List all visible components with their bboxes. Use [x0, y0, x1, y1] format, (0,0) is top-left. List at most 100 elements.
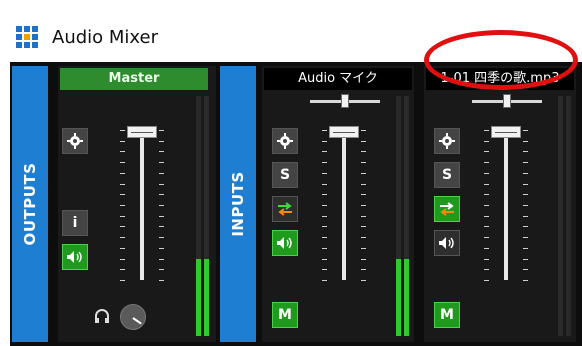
headphones-icon	[95, 309, 109, 323]
master-strip: Master i	[58, 66, 216, 342]
master-meter-right	[204, 96, 209, 336]
gear-icon	[277, 133, 293, 149]
fader-tick	[361, 130, 366, 131]
fader-tick	[159, 184, 164, 185]
fader-tick	[484, 259, 489, 260]
fader-tick	[484, 151, 489, 152]
fader-tick	[484, 248, 489, 249]
mp3-mute-button[interactable]: M	[434, 302, 460, 328]
fader-tick	[159, 226, 164, 227]
fader-tick	[361, 194, 366, 195]
fader-tick	[523, 130, 528, 131]
fader-tick	[361, 151, 366, 152]
speaker-icon	[277, 237, 292, 249]
fader-tick	[361, 162, 366, 163]
audio-mic-route-button[interactable]	[272, 196, 298, 222]
master-volume-button[interactable]	[62, 244, 88, 270]
audio-mic-fader-track	[342, 130, 346, 280]
outputs-section-label: OUTPUTS	[12, 66, 48, 342]
fader-tick	[120, 130, 125, 131]
master-fader-track	[140, 130, 144, 280]
input-strip-mp3: 1-01 四季の歌.mp3 S M	[424, 66, 576, 342]
fader-tick	[322, 237, 327, 238]
fader-tick	[322, 162, 327, 163]
audio-mic-fader-knob[interactable]	[329, 126, 359, 138]
mp3-settings-button[interactable]	[434, 128, 460, 154]
fader-tick	[322, 216, 327, 217]
fader-tick	[120, 205, 125, 206]
fader-tick	[322, 194, 327, 195]
mp3-volume-button[interactable]	[434, 230, 460, 256]
fader-tick	[484, 205, 489, 206]
gear-icon	[439, 133, 455, 149]
fader-tick	[523, 269, 528, 270]
fader-tick	[361, 280, 366, 281]
mp3-pan-knob[interactable]	[503, 94, 511, 108]
fader-tick	[361, 216, 366, 217]
fader-tick	[361, 184, 366, 185]
master-settings-button[interactable]	[62, 128, 88, 154]
gear-icon	[67, 133, 83, 149]
fader-tick	[523, 162, 528, 163]
fader-tick	[361, 141, 366, 142]
mixer-panel: OUTPUTS Master i INPUTS Audio マイク S M 1-…	[10, 62, 582, 346]
fader-tick	[159, 280, 164, 281]
fader-tick	[322, 173, 327, 174]
master-info-button[interactable]: i	[62, 210, 88, 236]
fader-tick	[322, 259, 327, 260]
fader-tick	[361, 173, 366, 174]
audio-mic-meter-left	[396, 96, 401, 336]
fader-tick	[484, 216, 489, 217]
mp3-solo-button[interactable]: S	[434, 162, 460, 188]
mp3-route-button[interactable]	[434, 196, 460, 222]
fader-tick	[120, 237, 125, 238]
fader-tick	[120, 173, 125, 174]
fader-tick	[484, 141, 489, 142]
fader-tick	[120, 151, 125, 152]
fader-tick	[322, 269, 327, 270]
audio-mixer-window: Audio Mixer OUTPUTS Master i INPUTS Audi…	[0, 0, 582, 346]
swap-arrows-icon	[278, 202, 292, 216]
audio-mic-strip-name: Audio マイク	[264, 68, 412, 90]
inputs-label-text: INPUTS	[229, 171, 247, 237]
master-fader-knob[interactable]	[127, 126, 157, 138]
fader-tick	[361, 205, 366, 206]
fader-tick	[322, 226, 327, 227]
fader-tick	[484, 226, 489, 227]
fader-tick	[159, 269, 164, 270]
headphones-volume-knob[interactable]	[120, 304, 146, 330]
outputs-label-text: OUTPUTS	[21, 162, 39, 246]
fader-tick	[523, 216, 528, 217]
fader-tick	[322, 151, 327, 152]
fader-tick	[361, 248, 366, 249]
fader-tick	[120, 259, 125, 260]
fader-tick	[484, 280, 489, 281]
fader-tick	[159, 130, 164, 131]
fader-tick	[523, 237, 528, 238]
input-strip-audio-mic: Audio マイク S M	[262, 66, 414, 342]
fader-tick	[523, 205, 528, 206]
fader-tick	[159, 216, 164, 217]
fader-tick	[120, 184, 125, 185]
swap-arrows-icon	[440, 202, 454, 216]
fader-tick	[361, 259, 366, 260]
audio-mic-pan-knob[interactable]	[341, 94, 349, 108]
fader-tick	[159, 194, 164, 195]
fader-tick	[523, 141, 528, 142]
app-grid-icon	[16, 26, 38, 48]
fader-tick	[120, 226, 125, 227]
audio-mic-settings-button[interactable]	[272, 128, 298, 154]
mp3-fader-knob[interactable]	[491, 126, 521, 138]
fader-tick	[523, 280, 528, 281]
audio-mic-mute-button[interactable]: M	[272, 302, 298, 328]
audio-mic-volume-button[interactable]	[272, 230, 298, 256]
fader-tick	[159, 162, 164, 163]
mp3-meter-right	[566, 96, 571, 336]
audio-mic-solo-button[interactable]: S	[272, 162, 298, 188]
fader-tick	[120, 248, 125, 249]
fader-tick	[484, 173, 489, 174]
fader-tick	[523, 184, 528, 185]
fader-tick	[322, 280, 327, 281]
mp3-fader-track	[504, 130, 508, 280]
fader-tick	[120, 216, 125, 217]
